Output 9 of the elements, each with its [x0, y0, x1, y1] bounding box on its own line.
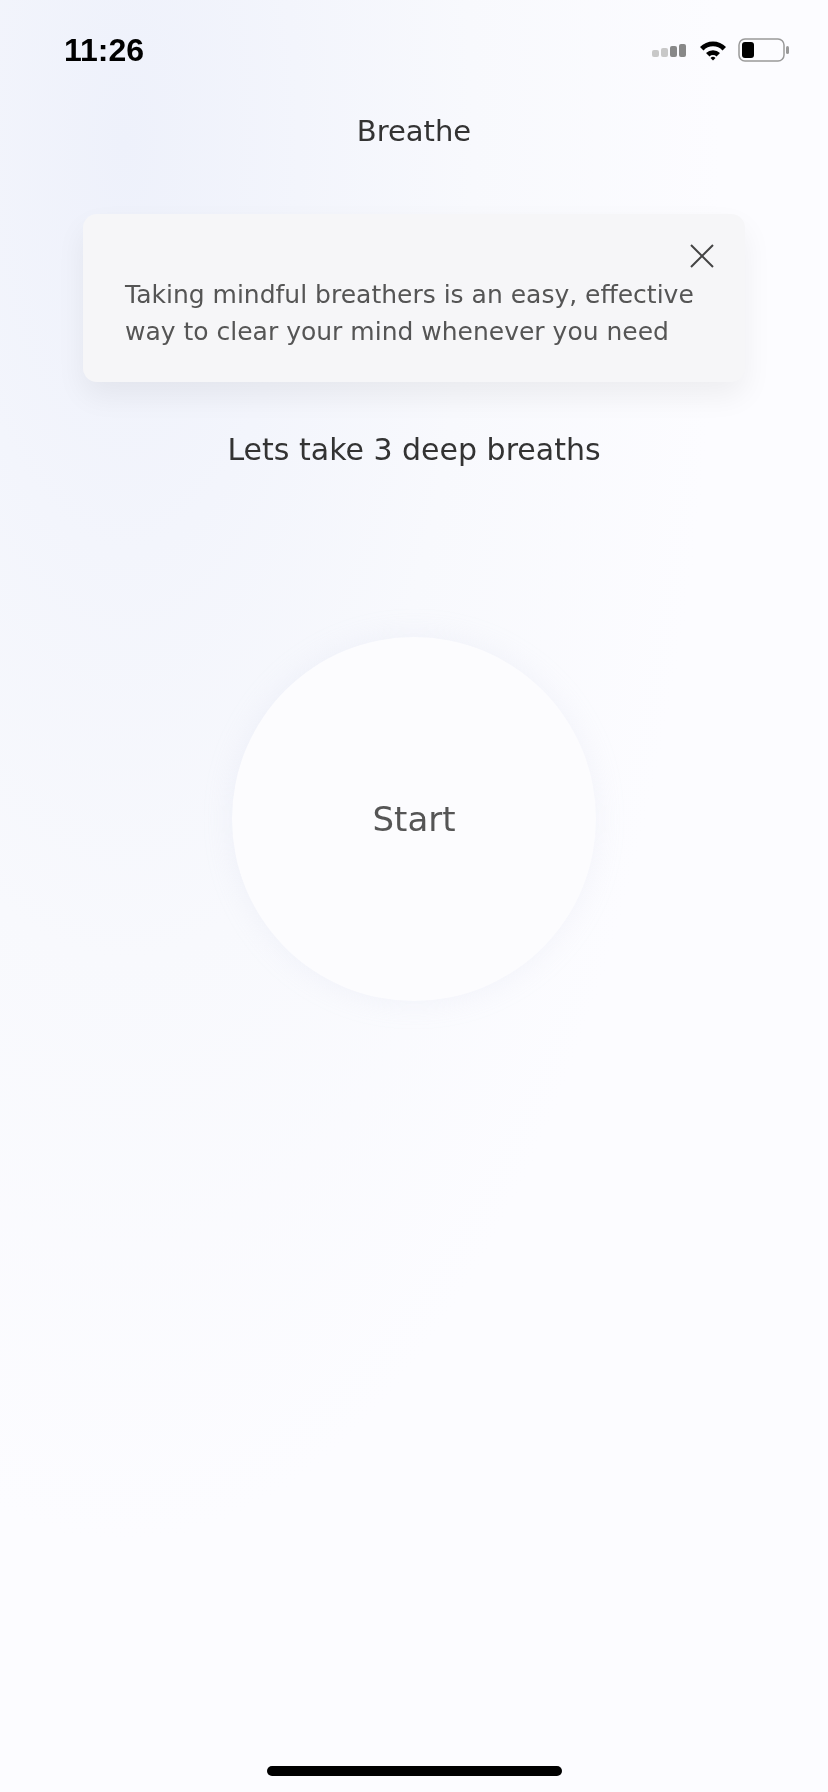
screen-title: Breathe [356, 114, 472, 148]
battery-icon [738, 38, 790, 62]
info-text: Taking mindful breathers is an easy, effective way to clear your mind whenever you need [125, 279, 695, 348]
wifi-icon [698, 39, 728, 61]
signal-icon [652, 43, 688, 57]
start-button[interactable]: Start [232, 637, 596, 1001]
breath-prompt: Lets take 3 deep breaths [227, 432, 601, 467]
close-icon [690, 244, 714, 268]
status-time: 11:26 [64, 31, 145, 69]
